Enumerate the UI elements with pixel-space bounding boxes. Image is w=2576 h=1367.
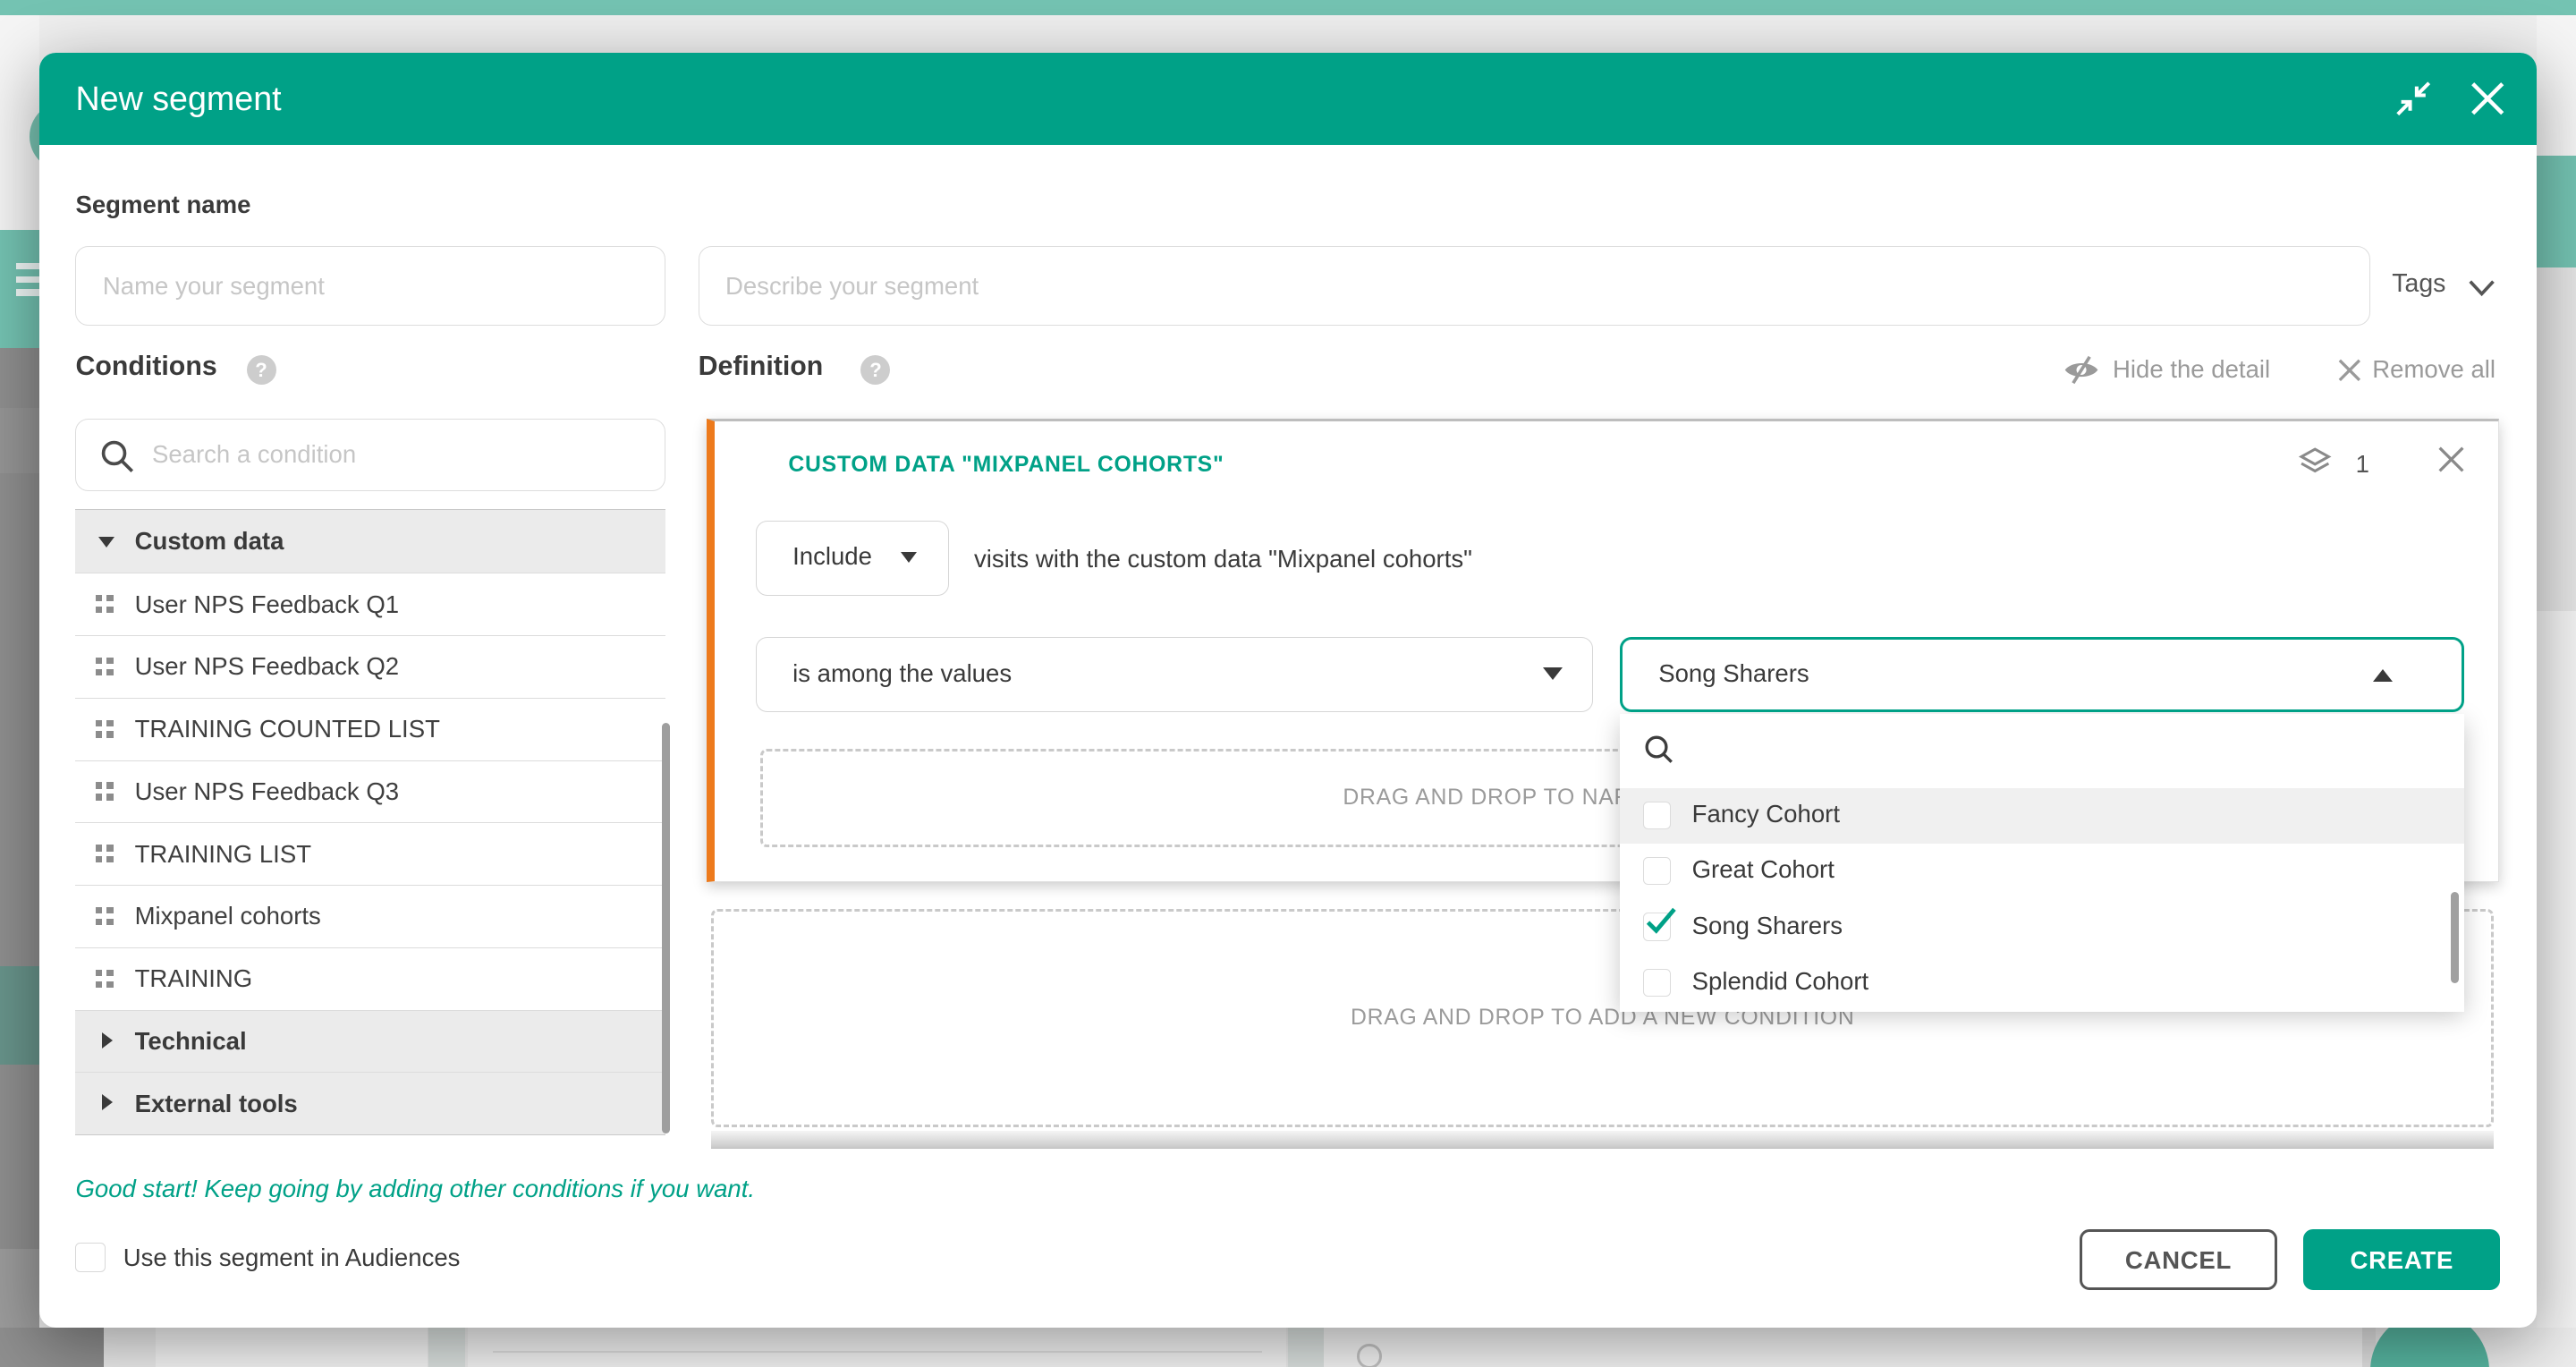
- include-select[interactable]: Include: [756, 521, 950, 596]
- background-right-area: [2537, 15, 2576, 157]
- background-right-area: [2537, 267, 2576, 611]
- checkbox-unchecked[interactable]: [1643, 857, 1671, 885]
- segment-name-label: Segment name: [75, 191, 250, 219]
- list-item[interactable]: Mixpanel cohorts: [75, 885, 665, 947]
- values-combobox[interactable]: Song Sharers: [1620, 637, 2464, 712]
- segment-description-input[interactable]: [699, 246, 2371, 325]
- background-divider: [493, 1351, 1262, 1353]
- caret-down-icon: [901, 552, 917, 563]
- drag-handle-icon: [96, 782, 114, 800]
- help-icon[interactable]: ?: [860, 355, 890, 385]
- eye-slash-icon[interactable]: [2062, 355, 2101, 385]
- caret-down-icon: [1543, 667, 1563, 680]
- triangle-right-icon: [102, 1032, 113, 1049]
- background-card: [1324, 1328, 2362, 1367]
- caret-up-icon: [2373, 669, 2393, 682]
- chevron-down-icon: [2468, 275, 2496, 305]
- new-segment-modal: New segment Segment name Tags: [39, 53, 2537, 1328]
- list-item[interactable]: User NPS Feedback Q2: [75, 635, 665, 698]
- triangle-right-icon: [102, 1094, 113, 1110]
- checkbox-unchecked[interactable]: [1643, 802, 1671, 829]
- condition-sentence: visits with the custom data "Mixpanel co…: [974, 545, 1472, 573]
- modal-header: New segment: [39, 53, 2537, 145]
- hide-detail-button[interactable]: Hide the detail: [2113, 355, 2270, 384]
- background-sidebar-item: [0, 966, 39, 1065]
- dropdown-option[interactable]: Fancy Cohort: [1620, 788, 2464, 844]
- group-external-tools[interactable]: External tools: [75, 1072, 665, 1134]
- background-divider: [428, 1328, 464, 1367]
- conditions-list: Custom data User NPS Feedback Q1 User NP…: [75, 509, 665, 1135]
- dropdown-option[interactable]: Great Cohort: [1620, 844, 2464, 899]
- group-technical[interactable]: Technical: [75, 1010, 665, 1073]
- hamburger-menu-icon: [16, 263, 39, 269]
- triangle-down-icon: [98, 537, 114, 548]
- help-icon[interactable]: ?: [247, 355, 276, 385]
- conditions-label: Conditions: [75, 352, 216, 382]
- search-icon: [99, 438, 135, 474]
- list-item[interactable]: TRAINING LIST: [75, 822, 665, 885]
- background-top-bar: [0, 0, 2576, 15]
- layers-indicator[interactable]: 1: [2297, 445, 2379, 484]
- tags-label: Tags: [2392, 269, 2445, 299]
- background-sidebar-item: [0, 408, 39, 473]
- cancel-button[interactable]: CANCEL: [2080, 1229, 2276, 1290]
- dropdown-option[interactable]: Song Sharers: [1620, 900, 2464, 955]
- background-card: [156, 1328, 427, 1367]
- search-icon: [1643, 734, 1676, 767]
- layers-icon: [2297, 445, 2333, 480]
- hint-text: Good start! Keep going by adding other c…: [75, 1175, 755, 1203]
- condition-search-input[interactable]: [152, 421, 645, 487]
- drag-handle-icon: [96, 845, 114, 862]
- background-sidebar-item: [0, 1249, 39, 1328]
- values-dropdown-panel: Fancy Cohort Great Cohort Song Sharers: [1620, 714, 2464, 1008]
- close-icon[interactable]: [2470, 81, 2505, 116]
- modal-title: New segment: [75, 53, 281, 145]
- drag-handle-icon: [96, 720, 114, 738]
- operator-select[interactable]: is among the values: [756, 637, 1594, 712]
- background-divider: [1288, 1328, 1324, 1367]
- background-right-area: [2537, 611, 2576, 1367]
- background-sidebar: [0, 348, 39, 1367]
- remove-all-x-icon[interactable]: [2338, 358, 2361, 381]
- create-button[interactable]: CREATE: [2303, 1229, 2500, 1290]
- drag-handle-icon: [96, 907, 114, 925]
- hamburger-menu-icon: [16, 276, 39, 283]
- close-icon[interactable]: [2436, 445, 2466, 474]
- condition-search-box: [75, 419, 665, 491]
- checkmark-icon: [1643, 903, 1679, 938]
- background-radio-icon: [1357, 1344, 1382, 1367]
- background-sidebar-bottom: [0, 1328, 104, 1367]
- collapse-window-icon[interactable]: [2395, 81, 2431, 116]
- list-item[interactable]: User NPS Feedback Q3: [75, 760, 665, 823]
- drag-handle-icon: [96, 970, 114, 988]
- remove-all-button[interactable]: Remove all: [2372, 355, 2496, 384]
- group-custom-data[interactable]: Custom data: [75, 510, 665, 573]
- dropdown-option[interactable]: Splendid Cohort: [1620, 955, 2464, 1011]
- background-app-header: [0, 230, 39, 348]
- tags-dropdown[interactable]: Tags: [2392, 267, 2507, 310]
- condition-card-title: CUSTOM DATA "MIXPANEL COHORTS": [788, 453, 1224, 478]
- stack-count: 1: [2356, 450, 2369, 479]
- drag-handle-icon: [96, 658, 114, 675]
- segment-name-input[interactable]: [75, 246, 665, 325]
- dropdown-search[interactable]: [1620, 714, 2464, 788]
- background-card: [468, 1328, 1286, 1367]
- drag-handle-icon: [96, 595, 114, 613]
- condition-card: CUSTOM DATA "MIXPANEL COHORTS" 1 Include…: [707, 419, 2499, 882]
- audiences-checkbox-label: Use this segment in Audiences: [123, 1244, 461, 1272]
- audiences-checkbox[interactable]: [75, 1243, 105, 1272]
- list-item[interactable]: User NPS Feedback Q1: [75, 573, 665, 635]
- vertical-scrollbar[interactable]: [662, 723, 670, 1134]
- hamburger-menu-icon: [16, 289, 39, 295]
- vertical-scrollbar[interactable]: [2451, 892, 2459, 984]
- horizontal-scrollbar[interactable]: [711, 1131, 2494, 1149]
- definition-label: Definition: [699, 352, 824, 382]
- checkbox-unchecked[interactable]: [1643, 969, 1671, 997]
- background-app-header-right: [2537, 156, 2576, 267]
- list-item[interactable]: TRAINING COUNTED LIST: [75, 698, 665, 760]
- list-item[interactable]: TRAINING: [75, 947, 665, 1010]
